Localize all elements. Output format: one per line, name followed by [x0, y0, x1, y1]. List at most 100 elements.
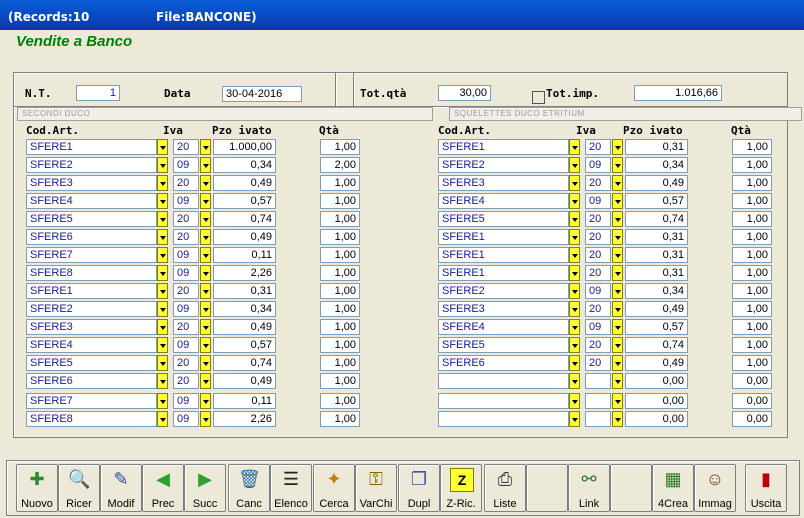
iva-field[interactable]: 09: [173, 393, 199, 409]
chevron-down-icon[interactable]: [200, 229, 211, 245]
cerca-button[interactable]: ✦ Cerca: [313, 464, 355, 512]
iva-field[interactable]: 20: [173, 175, 199, 191]
cod-art-field[interactable]: SFERE1: [438, 265, 569, 281]
cod-art-field[interactable]: SFERE4: [26, 337, 157, 353]
pzo-ivato-field[interactable]: 0,11: [213, 393, 276, 409]
iva-field[interactable]: 20: [585, 301, 611, 317]
cod-art-field[interactable]: SFERE1: [438, 229, 569, 245]
cod-art-field[interactable]: SFERE4: [438, 319, 569, 335]
chevron-down-icon[interactable]: [200, 319, 211, 335]
4crea-button[interactable]: ▦ 4Crea: [652, 464, 694, 512]
pzo-ivato-field[interactable]: 0,00: [625, 411, 688, 427]
chevron-down-icon[interactable]: [200, 337, 211, 353]
iva-field[interactable]: [585, 411, 611, 427]
canc-button[interactable]: 🗑 Canc: [228, 464, 270, 512]
qta-field[interactable]: 1,00: [320, 229, 360, 245]
pzo-ivato-field[interactable]: 0,49: [625, 301, 688, 317]
pzo-ivato-field[interactable]: 0,31: [625, 229, 688, 245]
chevron-down-icon[interactable]: [569, 265, 580, 281]
iva-field[interactable]: 09: [173, 193, 199, 209]
succ-button[interactable]: ▶ Succ: [184, 464, 226, 512]
chevron-down-icon[interactable]: [157, 301, 168, 317]
chevron-down-icon[interactable]: [612, 411, 623, 427]
iva-field[interactable]: 20: [173, 355, 199, 371]
qta-field[interactable]: 1,00: [732, 283, 772, 299]
iva-field[interactable]: 20: [585, 175, 611, 191]
date-field[interactable]: 30-04-2016: [222, 86, 302, 102]
varchi-button[interactable]: ⚿ VarChi: [355, 464, 397, 512]
chevron-down-icon[interactable]: [200, 265, 211, 281]
cod-art-field[interactable]: SFERE1: [438, 247, 569, 263]
chevron-down-icon[interactable]: [569, 247, 580, 263]
chevron-down-icon[interactable]: [157, 373, 168, 389]
totimp-field[interactable]: 1.016,66: [634, 85, 722, 101]
iva-field[interactable]: 20: [585, 229, 611, 245]
iva-field[interactable]: 20: [173, 319, 199, 335]
pzo-ivato-field[interactable]: 0,34: [213, 301, 276, 317]
chevron-down-icon[interactable]: [157, 393, 168, 409]
qta-field[interactable]: 1,00: [732, 337, 772, 353]
chevron-down-icon[interactable]: [612, 393, 623, 409]
iva-field[interactable]: [585, 393, 611, 409]
iva-field[interactable]: 20: [585, 211, 611, 227]
qta-field[interactable]: 1,00: [732, 301, 772, 317]
qta-field[interactable]: 1,00: [732, 175, 772, 191]
qta-field[interactable]: 1,00: [320, 355, 360, 371]
qta-field[interactable]: 1,00: [320, 393, 360, 409]
chevron-down-icon[interactable]: [157, 355, 168, 371]
chevron-down-icon[interactable]: [569, 229, 580, 245]
pzo-ivato-field[interactable]: 0,74: [213, 355, 276, 371]
cod-art-field[interactable]: SFERE2: [438, 283, 569, 299]
qta-field[interactable]: 1,00: [320, 265, 360, 281]
iva-field[interactable]: 09: [173, 337, 199, 353]
pzo-ivato-field[interactable]: 0,49: [213, 373, 276, 389]
cod-art-field[interactable]: SFERE5: [438, 211, 569, 227]
cod-art-field[interactable]: SFERE2: [26, 301, 157, 317]
qta-field[interactable]: 1,00: [732, 355, 772, 371]
qta-field[interactable]: 1,00: [732, 211, 772, 227]
chevron-down-icon[interactable]: [612, 337, 623, 353]
iva-field[interactable]: 20: [585, 265, 611, 281]
chevron-down-icon[interactable]: [157, 319, 168, 335]
chevron-down-icon[interactable]: [612, 139, 623, 155]
pzo-ivato-field[interactable]: 0,57: [213, 193, 276, 209]
pzo-ivato-field[interactable]: 0,57: [213, 337, 276, 353]
qta-field[interactable]: 1,00: [320, 373, 360, 389]
totqta-field[interactable]: 30,00: [438, 85, 491, 101]
qta-field[interactable]: 1,00: [320, 283, 360, 299]
qta-field[interactable]: 1,00: [320, 301, 360, 317]
iva-field[interactable]: 20: [585, 247, 611, 263]
chevron-down-icon[interactable]: [569, 319, 580, 335]
cod-art-field[interactable]: SFERE4: [26, 193, 157, 209]
cod-art-field[interactable]: SFERE6: [26, 229, 157, 245]
qta-field[interactable]: 1,00: [320, 139, 360, 155]
chevron-down-icon[interactable]: [612, 355, 623, 371]
chevron-down-icon[interactable]: [200, 247, 211, 263]
chevron-down-icon[interactable]: [569, 139, 580, 155]
iva-field[interactable]: 09: [585, 319, 611, 335]
chevron-down-icon[interactable]: [200, 211, 211, 227]
pzo-ivato-field[interactable]: 2,26: [213, 411, 276, 427]
pzo-ivato-field[interactable]: 0,31: [625, 265, 688, 281]
iva-field[interactable]: 20: [173, 283, 199, 299]
cod-art-field[interactable]: [438, 373, 569, 389]
chevron-down-icon[interactable]: [612, 157, 623, 173]
pzo-ivato-field[interactable]: 0,34: [625, 157, 688, 173]
qta-field[interactable]: 1,00: [732, 247, 772, 263]
pzo-ivato-field[interactable]: 0,57: [625, 319, 688, 335]
iva-field[interactable]: 09: [173, 411, 199, 427]
chevron-down-icon[interactable]: [200, 175, 211, 191]
chevron-down-icon[interactable]: [612, 373, 623, 389]
chevron-down-icon[interactable]: [157, 139, 168, 155]
iva-field[interactable]: 20: [173, 373, 199, 389]
qta-field[interactable]: 0,00: [732, 393, 772, 409]
pzo-ivato-field[interactable]: 0,74: [625, 211, 688, 227]
prec-button[interactable]: ◀ Prec: [142, 464, 184, 512]
nt-field[interactable]: 1: [76, 85, 120, 101]
chevron-down-icon[interactable]: [157, 283, 168, 299]
qta-field[interactable]: 1,00: [732, 229, 772, 245]
qta-field[interactable]: 0,00: [732, 373, 772, 389]
iva-field[interactable]: 20: [173, 139, 199, 155]
cod-art-field[interactable]: SFERE8: [26, 411, 157, 427]
chevron-down-icon[interactable]: [157, 175, 168, 191]
